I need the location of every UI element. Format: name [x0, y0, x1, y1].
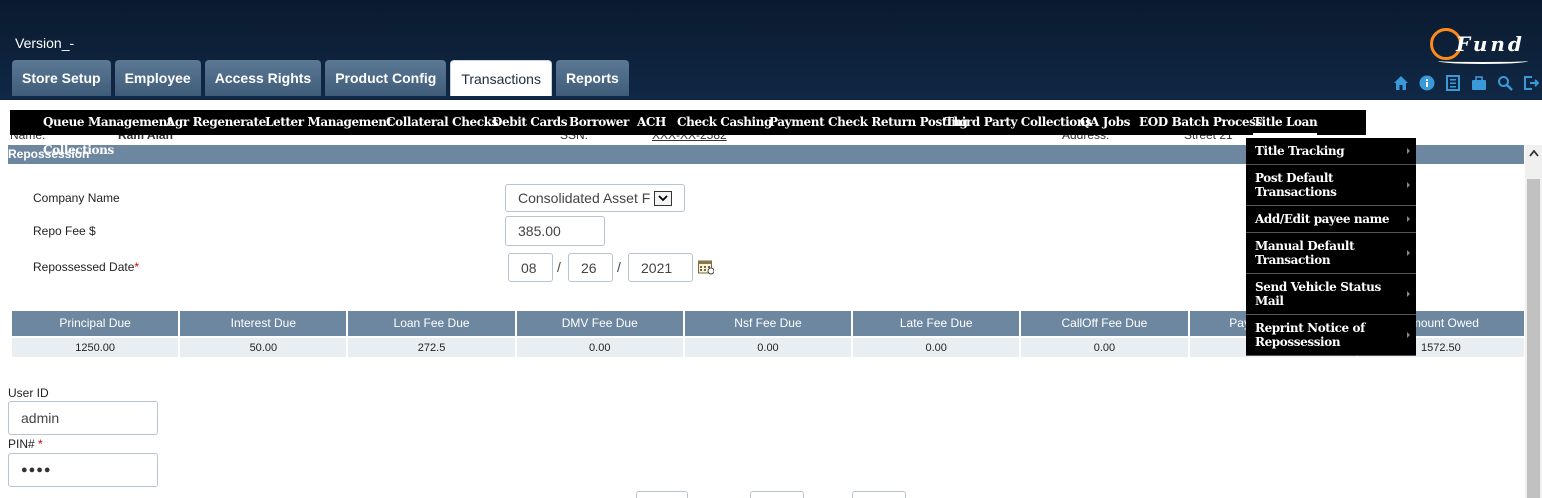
submenu-arrow-icon: [1407, 148, 1410, 154]
info-icon[interactable]: [1418, 74, 1436, 92]
company-name-value: Consolidated Asset F: [518, 190, 651, 206]
menu-letter-management[interactable]: Letter Management: [265, 110, 392, 135]
col-nsf-fee-due: Nsf Fee Due: [684, 311, 854, 336]
menu-third-party-collections[interactable]: Third Party Collections: [945, 110, 1092, 135]
action-button[interactable]: [750, 491, 804, 498]
list-icon[interactable]: [1444, 74, 1462, 92]
menu-eod-batch-process[interactable]: EOD Batch Process: [1139, 110, 1262, 135]
tab-store-setup[interactable]: Store Setup: [12, 60, 111, 96]
submenu-arrow-icon: [1407, 216, 1410, 222]
action-button[interactable]: [852, 491, 906, 498]
menu-borrower[interactable]: Borrower: [569, 110, 629, 135]
dropdown-item-label: Title Tracking: [1255, 144, 1345, 158]
col-late-fee-due: Late Fee Due: [853, 311, 1022, 336]
cell-dmv-fee-due: 0.00: [516, 336, 685, 357]
repossessed-date-label: Repossessed Date*: [33, 260, 139, 274]
required-mark: *: [38, 437, 43, 451]
vertical-scrollbar[interactable]: [1525, 145, 1542, 498]
menu-collateral-checks[interactable]: Collateral Checks: [386, 110, 498, 135]
cell-loan-fee-due: 272.5: [348, 336, 517, 357]
dropdown-item-add-edit-payee-name[interactable]: Add/Edit payee name: [1246, 206, 1416, 233]
col-calloff-fee-due: CallOff Fee Due: [1021, 311, 1190, 336]
dropdown-item-label: Add/Edit payee name: [1255, 212, 1390, 226]
menu-check-cashing[interactable]: Check Cashing: [677, 110, 772, 135]
calendar-icon[interactable]: [698, 259, 715, 275]
tab-employee[interactable]: Employee: [114, 60, 201, 96]
col-loan-fee-due: Loan Fee Due: [348, 311, 517, 336]
col-principal-due: Principal Due: [12, 311, 181, 336]
pin-input[interactable]: ●●●●: [8, 453, 158, 487]
tab-transactions[interactable]: Transactions: [450, 60, 552, 96]
menu-collections[interactable]: Collections: [43, 143, 114, 157]
date-month-input[interactable]: 08: [508, 253, 553, 282]
menu-ach[interactable]: ACH: [637, 110, 666, 135]
dropdown-item-post-default-transactions[interactable]: Post Default Transactions: [1246, 165, 1416, 206]
app-header: Version_- Store Setup Employee Access Ri…: [0, 0, 1542, 100]
logout-icon[interactable]: [1522, 74, 1540, 92]
user-id-input[interactable]: admin: [8, 401, 158, 435]
date-separator: /: [557, 259, 561, 275]
dropdown-item-title-tracking[interactable]: Title Tracking: [1246, 138, 1416, 165]
company-name-select[interactable]: Consolidated Asset F: [505, 184, 685, 212]
dropdown-item-send-vehicle-status-mail[interactable]: Send Vehicle Status Mail: [1246, 274, 1416, 315]
logo-text: Fund: [1456, 32, 1525, 56]
user-id-label: User ID: [8, 386, 49, 400]
scroll-up-icon[interactable]: [1525, 145, 1542, 162]
pin-label-text: PIN#: [8, 437, 35, 451]
logo-swoosh: [1438, 58, 1528, 64]
date-separator: /: [617, 259, 621, 275]
dropdown-item-label: Post Default Transactions: [1255, 171, 1337, 199]
company-name-label: Company Name: [33, 191, 120, 205]
menu-queue-management[interactable]: Queue Management: [43, 110, 173, 135]
qfund-logo: Fund: [1430, 28, 1534, 68]
home-icon[interactable]: [1392, 74, 1410, 92]
dropdown-item-label: Send Vehicle Status Mail: [1255, 280, 1381, 308]
menu-payment-check-return-posting[interactable]: Payment Check Return Posting: [769, 110, 968, 135]
tab-reports[interactable]: Reports: [555, 60, 629, 96]
menu-qa-jobs[interactable]: QA Jobs: [1080, 110, 1130, 135]
dropdown-item-label: Reprint Notice of Repossession: [1255, 321, 1365, 349]
transactions-menubar: Queue Management Agr Regenerate Letter M…: [10, 110, 1366, 135]
cell-calloff-fee-due: 0.00: [1021, 336, 1190, 357]
date-year-input[interactable]: 2021: [628, 253, 693, 282]
cell-interest-due: 50.00: [180, 336, 349, 357]
submenu-arrow-icon: [1407, 182, 1410, 188]
tab-product-config[interactable]: Product Config: [325, 60, 447, 96]
scrollbar-thumb[interactable]: [1527, 179, 1540, 498]
repo-fee-label: Repo Fee $: [33, 224, 96, 238]
version-text: Version_-: [15, 35, 75, 51]
main-tabs: Store Setup Employee Access Rights Produ…: [12, 60, 629, 96]
menu-debit-cards[interactable]: Debit Cards: [492, 110, 568, 135]
date-day-input[interactable]: 26: [568, 253, 613, 282]
pin-label: PIN# *: [8, 437, 43, 451]
briefcase-icon[interactable]: [1470, 74, 1488, 92]
tab-access-rights[interactable]: Access Rights: [204, 60, 322, 96]
menu-title-loan[interactable]: Title Loan: [1253, 110, 1318, 135]
dropdown-item-reprint-notice-of-repossession[interactable]: Reprint Notice of Repossession: [1246, 315, 1416, 356]
menu-agr-regenerate[interactable]: Agr Regenerate: [166, 110, 266, 135]
cell-nsf-fee-due: 0.00: [684, 336, 854, 357]
search-icon[interactable]: [1496, 74, 1514, 92]
submenu-arrow-icon: [1407, 291, 1410, 297]
required-mark: *: [134, 260, 140, 274]
repossessed-date-label-text: Repossessed Date: [33, 260, 135, 274]
col-dmv-fee-due: DMV Fee Due: [516, 311, 685, 336]
submenu-arrow-icon: [1407, 250, 1410, 256]
dropdown-item-manual-default-transaction[interactable]: Manual Default Transaction: [1246, 233, 1416, 274]
title-loan-dropdown: Title Tracking Post Default Transactions…: [1246, 138, 1416, 356]
chevron-down-icon: [654, 191, 672, 206]
repo-fee-input[interactable]: 385.00: [505, 216, 605, 246]
cell-late-fee-due: 0.00: [853, 336, 1022, 357]
action-button[interactable]: [636, 491, 688, 498]
cell-principal-due: 1250.00: [12, 336, 181, 357]
submenu-arrow-icon: [1407, 332, 1410, 338]
col-interest-due: Interest Due: [180, 311, 349, 336]
header-icons: [1392, 74, 1540, 92]
dropdown-item-label: Manual Default Transaction: [1255, 239, 1355, 267]
